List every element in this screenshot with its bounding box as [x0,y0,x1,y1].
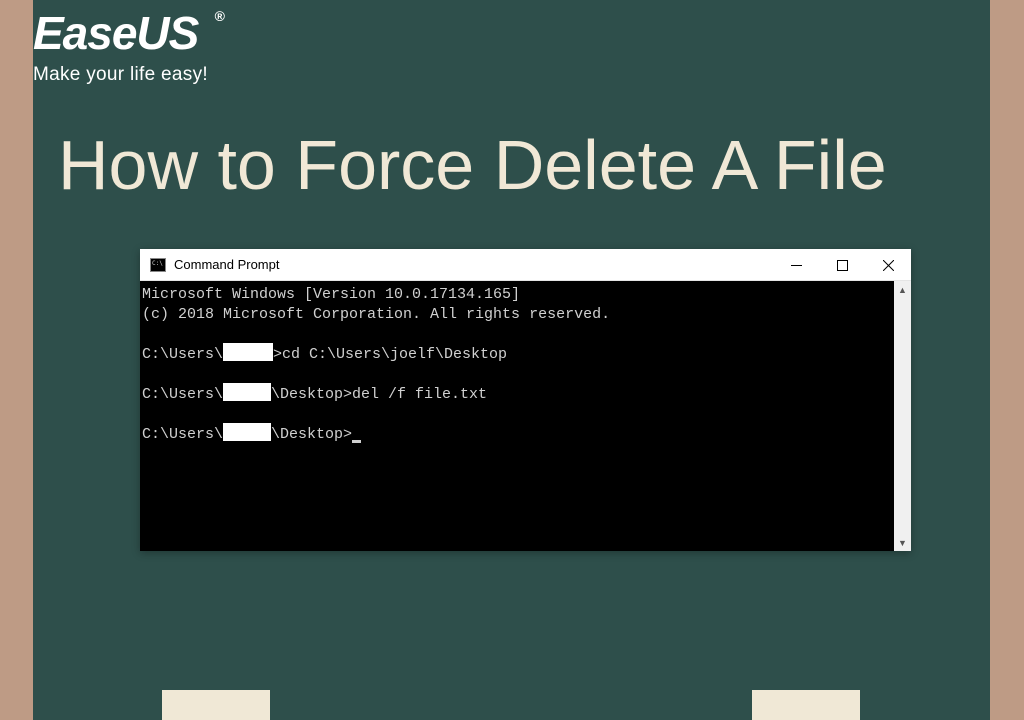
terminal-cursor [352,440,361,443]
prompt-prefix: C:\Users\ [142,386,223,403]
maximize-button[interactable] [819,249,865,281]
window-title: Command Prompt [174,257,279,272]
terminal-blank [142,365,894,385]
registered-mark: ® [215,8,224,24]
redacted-username [223,343,273,361]
del-command: \Desktop>del /f file.txt [271,386,487,403]
brand-tagline: Make your life easy! [33,64,208,86]
decorative-block-left [162,690,270,720]
scroll-down-arrow[interactable]: ▼ [894,534,911,551]
scroll-up-arrow[interactable]: ▲ [894,281,911,298]
terminal-blank [142,405,894,425]
terminal-viewport: Microsoft Windows [Version 10.0.17134.16… [140,281,911,551]
prompt-prefix: C:\Users\ [142,346,223,363]
brand-logo: EaseUS® Make your life easy! [33,6,208,86]
terminal-body[interactable]: Microsoft Windows [Version 10.0.17134.16… [140,281,894,551]
close-button[interactable] [865,249,911,281]
cmd-icon [150,258,166,272]
redacted-username [223,423,271,441]
terminal-line-version: Microsoft Windows [Version 10.0.17134.16… [142,285,894,305]
terminal-line-copyright: (c) 2018 Microsoft Corporation. All righ… [142,305,894,325]
window-titlebar[interactable]: Command Prompt [140,249,911,281]
content-panel: EaseUS® Make your life easy! How to Forc… [33,0,990,720]
prompt-path: \Desktop> [271,426,352,443]
redacted-username [223,383,271,401]
minimize-button[interactable] [773,249,819,281]
terminal-line-prompt: C:\Users\ \Desktop> [142,425,894,445]
cd-command: >cd C:\Users\joelf\Desktop [273,346,507,363]
window-controls [773,249,911,281]
terminal-blank [142,325,894,345]
prompt-prefix: C:\Users\ [142,426,223,443]
vertical-scrollbar[interactable]: ▲ ▼ [894,281,911,551]
page-title: How to Force Delete A File [58,125,887,205]
brand-name: EaseUS® [33,6,208,60]
terminal-line-del: C:\Users\ \Desktop>del /f file.txt [142,385,894,405]
decorative-block-right [752,690,860,720]
brand-text: EaseUS [33,7,198,59]
command-prompt-window: Command Prompt Microsoft Windows [Versio… [140,249,911,551]
terminal-line-cd: C:\Users\ >cd C:\Users\joelf\Desktop [142,345,894,365]
